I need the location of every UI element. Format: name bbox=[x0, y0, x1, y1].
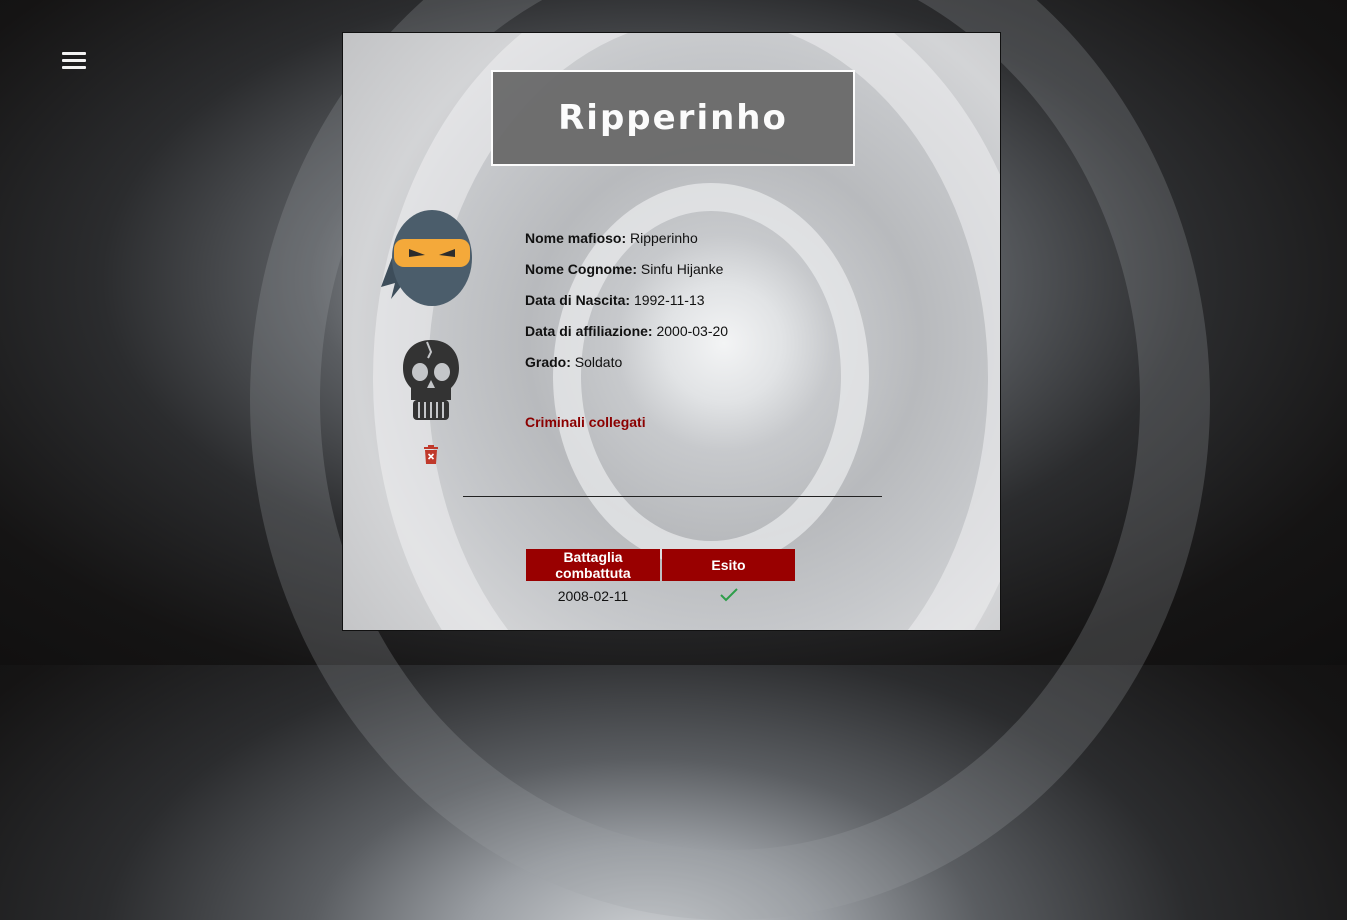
field-row: Grado: Soldato bbox=[525, 353, 905, 384]
field-value: Sinfu Hijanke bbox=[640, 261, 724, 277]
field-label: Data di Nascita: bbox=[525, 292, 631, 308]
table-row: 2008-02-11 bbox=[526, 581, 795, 611]
profile-info: Nome mafioso: Ripperinho Nome Cognome: S… bbox=[525, 229, 905, 384]
field-row: Data di Nascita: 1992-11-13 bbox=[525, 291, 905, 322]
ninja-avatar-icon bbox=[381, 210, 472, 306]
field-value: 1992-11-13 bbox=[633, 292, 705, 308]
divider bbox=[463, 496, 882, 497]
field-label: Nome mafioso: bbox=[525, 230, 627, 246]
field-row: Data di affiliazione: 2000-03-20 bbox=[525, 322, 905, 353]
hamburger-menu-icon[interactable] bbox=[62, 52, 86, 72]
column-header-battle: Battaglia combattuta bbox=[526, 549, 660, 581]
battles-table: Battaglia combattuta Esito 2008-02-11 bbox=[524, 549, 797, 611]
field-value: Soldato bbox=[574, 354, 623, 370]
field-label: Data di affiliazione: bbox=[525, 323, 653, 339]
profile-title: Ripperinho bbox=[558, 98, 788, 138]
profile-card: Ripperinho Nome mafioso: Ripperinho Nome… bbox=[342, 32, 1001, 631]
field-value: 2000-03-20 bbox=[656, 323, 729, 339]
battle-date: 2008-02-11 bbox=[557, 588, 629, 604]
field-row: Nome Cognome: Sinfu Hijanke bbox=[525, 260, 905, 291]
field-label: Nome Cognome: bbox=[525, 261, 637, 277]
check-icon bbox=[719, 587, 738, 601]
field-label: Grado: bbox=[525, 354, 571, 370]
trash-icon[interactable] bbox=[423, 445, 439, 465]
result-cell bbox=[662, 581, 795, 611]
linked-criminals-link[interactable]: Criminali collegati bbox=[525, 414, 646, 430]
field-row: Nome mafioso: Ripperinho bbox=[525, 229, 905, 260]
skull-icon bbox=[403, 340, 459, 420]
profile-title-box: Ripperinho bbox=[491, 70, 855, 166]
column-header-result: Esito bbox=[662, 549, 795, 581]
field-value: Ripperinho bbox=[630, 230, 698, 246]
